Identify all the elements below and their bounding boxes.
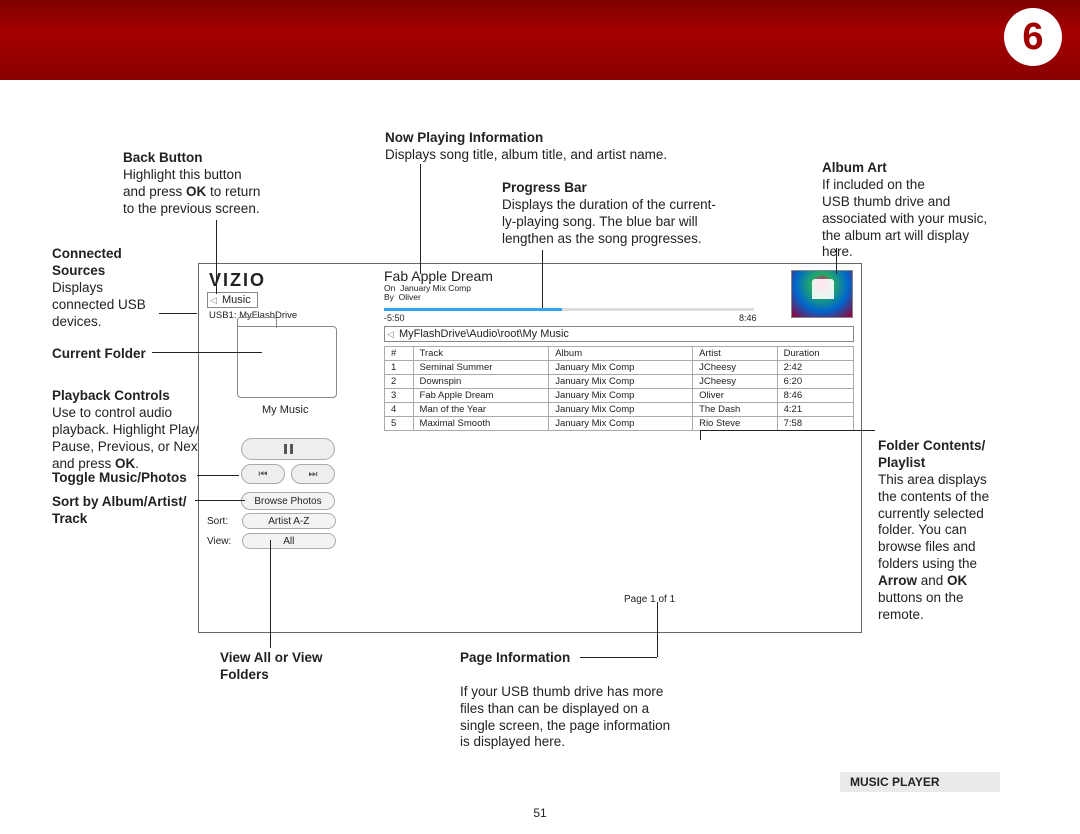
col-album[interactable]: Album	[549, 347, 693, 361]
time-elapsed: -5:50	[384, 313, 405, 323]
progress-fill	[384, 308, 562, 311]
next-icon: ⏭	[309, 469, 318, 480]
leader-line	[700, 430, 701, 440]
sort-label: Sort:	[207, 516, 239, 527]
table-row[interactable]: 2DownspinJanuary Mix CompJCheesy6:20	[385, 375, 854, 389]
ann-sources: Connected Sources Displays connected USB…	[52, 246, 146, 330]
logo: VIZIO	[209, 270, 266, 291]
play-pause-button[interactable]	[241, 438, 335, 460]
table-header-row: # Track Album Artist Duration	[385, 347, 854, 361]
header-bar: 6	[0, 0, 1080, 80]
progress-bar[interactable]	[384, 308, 754, 311]
browse-photos-button[interactable]: Browse Photos	[241, 492, 335, 510]
col-track[interactable]: Track	[413, 347, 549, 361]
folder-path[interactable]: ◁ MyFlashDrive\Audio\root\My Music	[384, 326, 854, 342]
sort-row: Sort: Artist A-Z	[207, 513, 336, 529]
leader-line	[420, 164, 421, 274]
leader-line	[159, 313, 197, 314]
seek-buttons: ⏮ ⏭	[241, 464, 335, 484]
back-label: Music	[222, 294, 251, 306]
now-playing-meta: On January Mix Comp By Oliver	[384, 284, 471, 303]
col-num[interactable]: #	[385, 347, 414, 361]
view-select[interactable]: All	[242, 533, 336, 549]
time-total: 8:46	[739, 313, 757, 323]
sort-select[interactable]: Artist A-Z	[242, 513, 336, 529]
leader-line	[657, 602, 658, 657]
page-body: Back Button Highlight this button and pr…	[0, 80, 1080, 834]
ann-progress: Progress Bar Displays the duration of th…	[502, 180, 716, 248]
pause-icon	[284, 444, 287, 454]
next-button[interactable]: ⏭	[291, 464, 335, 484]
ann-art: Album Art If included on the USB thumb d…	[822, 160, 987, 261]
table-row[interactable]: 5Maximal SmoothJanuary Mix CompRio Steve…	[385, 417, 854, 431]
table-row[interactable]: 3Fab Apple DreamJanuary Mix CompOliver8:…	[385, 389, 854, 403]
prev-icon: ⏮	[259, 469, 268, 480]
back-icon: ◁	[210, 295, 217, 306]
table-row[interactable]: 1Seminal SummerJanuary Mix CompJCheesy2:…	[385, 361, 854, 375]
leader-line	[542, 250, 543, 308]
leader-line	[216, 220, 217, 294]
pause-icon	[290, 444, 293, 454]
ann-sort: Sort by Album/Artist/Track	[52, 494, 187, 528]
col-artist[interactable]: Artist	[693, 347, 778, 361]
table-row[interactable]: 4Man of the YearJanuary Mix CompThe Dash…	[385, 403, 854, 417]
leader-line	[836, 248, 837, 274]
ann-contents: Folder Contents/ Playlist This area disp…	[878, 438, 989, 624]
leader-line	[152, 352, 262, 353]
leader-line	[700, 430, 875, 431]
ann-curfolder: Current Folder	[52, 346, 146, 363]
view-label: View:	[207, 536, 239, 547]
page-number: 51	[0, 806, 1080, 820]
ann-playback: Playback Controls Use to control audio p…	[52, 388, 201, 472]
col-duration[interactable]: Duration	[777, 347, 853, 361]
leader-line	[580, 657, 657, 658]
ann-nowplay: Now Playing Information Displays song ti…	[385, 130, 667, 164]
back-button[interactable]: ◁ Music	[207, 292, 258, 308]
now-playing-title: Fab Apple Dream	[384, 268, 493, 284]
page-info: Page 1 of 1	[624, 594, 675, 605]
ann-back: Back Button Highlight this button and pr…	[123, 150, 260, 218]
view-row: View: All	[207, 533, 336, 549]
ann-viewall: View All or ViewFolders	[220, 650, 323, 684]
ann-pageinfo: Page Information If your USB thumb drive…	[460, 650, 670, 751]
folder-label: My Music	[262, 404, 308, 416]
leader-line	[195, 500, 245, 501]
leader-line	[270, 540, 271, 648]
folder-icon[interactable]	[237, 326, 337, 398]
ann-toggle: Toggle Music/Photos	[52, 470, 187, 487]
music-player-ui: VIZIO ◁ Music USB1: MyFlashDrive My Musi…	[198, 263, 862, 633]
track-table: # Track Album Artist Duration 1Seminal S…	[384, 346, 854, 431]
chapter-number: 6	[1004, 8, 1062, 66]
album-art	[791, 270, 853, 318]
prev-button[interactable]: ⏮	[241, 464, 285, 484]
footer-label: MUSIC PLAYER	[840, 772, 1000, 792]
back-icon: ◁	[387, 329, 394, 340]
leader-line	[197, 475, 239, 476]
